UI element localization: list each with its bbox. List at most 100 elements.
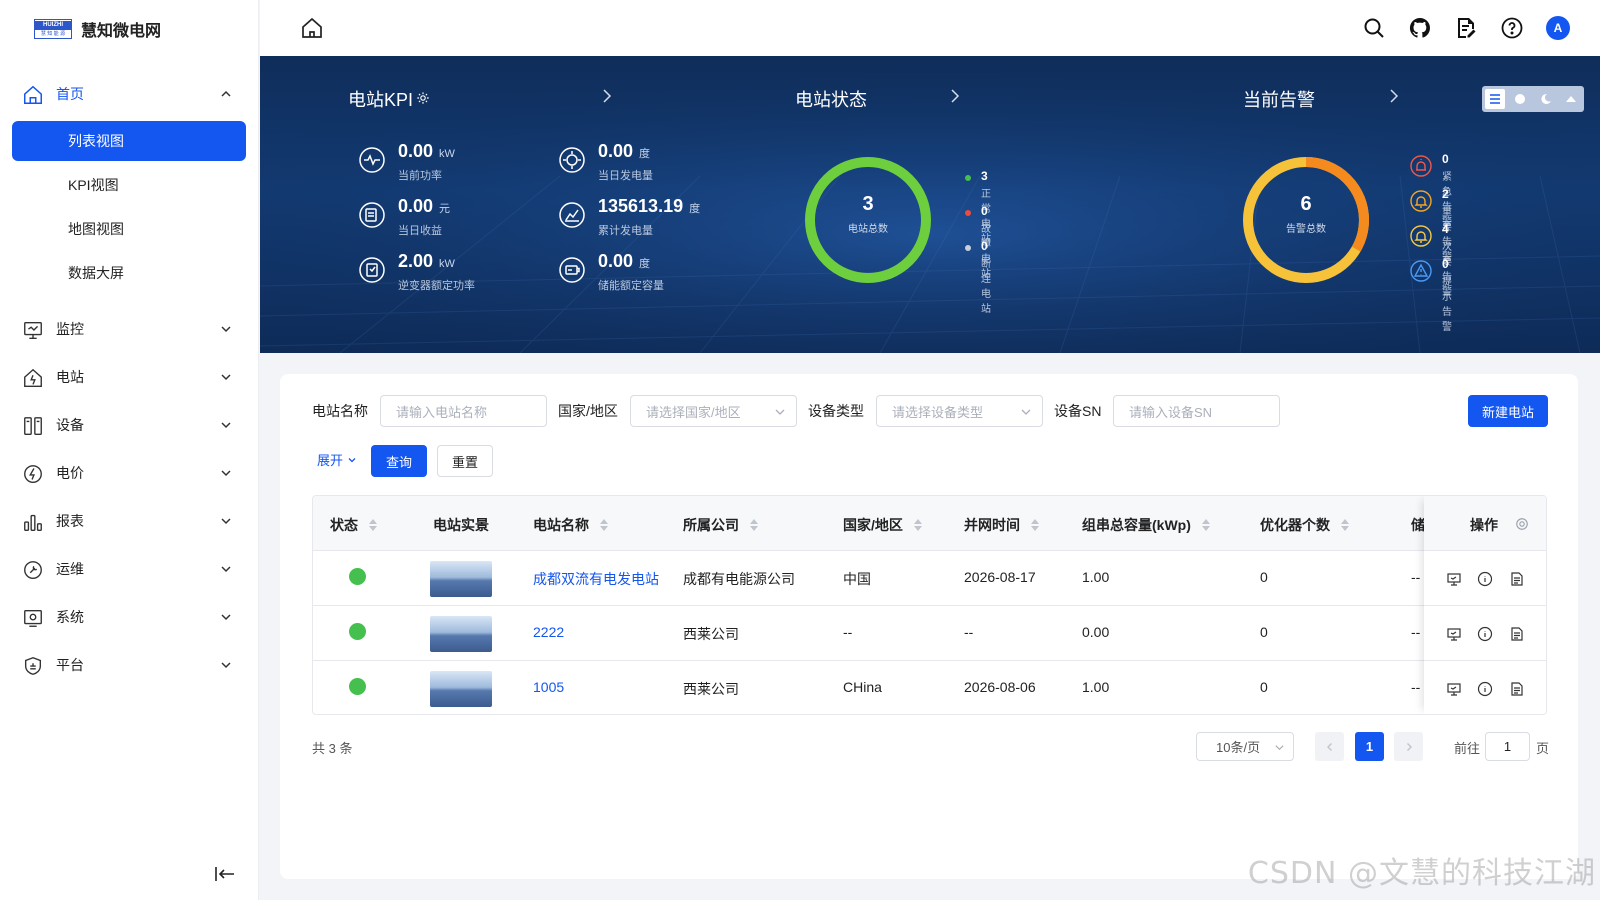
sort-icon[interactable] (1030, 518, 1040, 532)
table-row[interactable]: 成都双流有电发电站 成都有电能源公司 中国 2026-08-17 1.00 0 … (313, 551, 1546, 606)
sort-icon[interactable] (1201, 518, 1211, 532)
settings-icon[interactable] (416, 91, 430, 105)
sort-icon[interactable] (599, 518, 609, 532)
moon-icon (1541, 93, 1551, 104)
sort-icon[interactable] (1340, 518, 1350, 532)
sidebar-item-home[interactable]: 首页 (0, 74, 259, 114)
goto-page-input[interactable]: 1 (1485, 732, 1530, 761)
filter-label-device-type: 设备类型 (808, 403, 864, 419)
price-icon (24, 465, 42, 483)
expand-filters-link[interactable]: 展开 (317, 450, 357, 469)
chevron-up-icon[interactable] (220, 88, 232, 100)
next-page-button[interactable] (1394, 732, 1423, 761)
station-photo[interactable] (430, 616, 492, 652)
sort-icon[interactable] (368, 518, 378, 532)
chevron-right-icon[interactable] (948, 88, 960, 104)
col-operations: 操作 (1470, 517, 1498, 533)
new-station-button[interactable]: 新建电站 (1468, 395, 1548, 427)
col-status[interactable]: 状态 (330, 515, 378, 535)
sidebar-item-monitor[interactable]: 监控 (0, 309, 259, 349)
document-edit-icon[interactable] (1454, 16, 1478, 40)
col-country[interactable]: 国家/地区 (843, 515, 923, 535)
sidebar-item-platform[interactable]: 平台 (0, 645, 259, 685)
reset-button[interactable]: 重置 (437, 445, 493, 477)
sidebar-subitem-map-view[interactable]: 地图视图 (12, 209, 246, 249)
page-size-select[interactable]: 10条/页 (1196, 732, 1294, 761)
collapse-banner-toggle[interactable] (1562, 89, 1582, 109)
monitor-view-icon[interactable] (1446, 571, 1462, 587)
document-icon[interactable] (1509, 571, 1525, 587)
station-list-card: 电站名称 请输入电站名称 国家/地区 请选择国家/地区 设备类型 请选择设备类型… (280, 374, 1578, 879)
device-type-select[interactable]: 请选择设备类型 (876, 395, 1043, 427)
column-settings-icon[interactable] (1515, 517, 1529, 531)
page-suffix: 页 (1536, 741, 1550, 756)
sidebar-item-device[interactable]: 设备 (0, 405, 259, 445)
sidebar-item-system[interactable]: 系统 (0, 597, 259, 637)
watermark: CSDN @文慧的科技江湖 (1247, 856, 1596, 891)
chevron-right-icon[interactable] (1387, 88, 1399, 104)
list-view-toggle[interactable] (1485, 89, 1505, 109)
table-row[interactable]: 1005 西莱公司 CHina 2026-08-06 1.00 0 -- (313, 661, 1546, 714)
home-icon[interactable] (300, 16, 324, 40)
station-name-link[interactable]: 2222 (533, 624, 564, 640)
country-select[interactable]: 请选择国家/地区 (630, 395, 797, 427)
document-icon[interactable] (1509, 626, 1525, 642)
sidebar-subitem-kpi-view[interactable]: KPI视图 (12, 165, 246, 205)
user-avatar[interactable]: A (1546, 16, 1570, 40)
sidebar-item-report[interactable]: 报表 (0, 501, 259, 541)
col-storage: 储 (1411, 517, 1425, 533)
col-company[interactable]: 所属公司 (683, 515, 759, 535)
col-grid-time[interactable]: 并网时间 (964, 515, 1040, 535)
sort-icon[interactable] (749, 518, 759, 532)
logo-badge: HUIZHI 慧 知 能 源 (34, 19, 72, 39)
filter-label-device-sn: 设备SN (1054, 403, 1102, 419)
theme-view-toggle[interactable] (1536, 89, 1556, 109)
monitor-view-icon[interactable] (1446, 681, 1462, 697)
info-icon[interactable] (1477, 626, 1493, 642)
sidebar-item-price[interactable]: 电价 (0, 453, 259, 493)
station-name-link[interactable]: 1005 (533, 679, 564, 695)
company-cell: 成都有电能源公司 (683, 571, 795, 587)
station-photo[interactable] (430, 561, 492, 597)
country-cell: CHina (843, 679, 882, 695)
station-photo[interactable] (430, 671, 492, 707)
warning-icon (1410, 260, 1432, 282)
status-online-dot (349, 678, 366, 695)
chevron-right-icon[interactable] (600, 88, 612, 104)
app-logo[interactable]: HUIZHI 慧 知 能 源 慧知微电网 (34, 17, 161, 41)
station-name-link[interactable]: 成都双流有电发电站 (533, 569, 659, 589)
collapse-sidebar-icon[interactable] (214, 866, 236, 882)
col-capacity[interactable]: 组串总容量(kWp) (1082, 515, 1211, 535)
table-row[interactable]: 2222 西莱公司 -- -- 0.00 0 -- (313, 606, 1546, 661)
github-icon[interactable] (1408, 16, 1432, 40)
search-icon[interactable] (1362, 16, 1386, 40)
prev-page-button[interactable] (1315, 732, 1344, 761)
page-number-current[interactable]: 1 (1355, 732, 1384, 761)
disconnected-dot (965, 245, 971, 251)
device-sn-input[interactable]: 请输入设备SN (1113, 395, 1280, 427)
monitor-view-icon[interactable] (1446, 626, 1462, 642)
sort-icon[interactable] (913, 518, 923, 532)
chevron-down-icon (221, 614, 231, 621)
chevron-down-icon (221, 326, 231, 333)
col-optimizers[interactable]: 优化器个数 (1260, 515, 1350, 535)
sidebar-subitem-big-screen[interactable]: 数据大屏 (12, 253, 246, 293)
col-station-name[interactable]: 电站名称 (533, 515, 609, 535)
station-name-input[interactable]: 请输入电站名称 (380, 395, 547, 427)
info-icon[interactable] (1477, 571, 1493, 587)
sidebar-subitem-list-view[interactable]: 列表视图 (12, 121, 246, 161)
app-name: 慧知微电网 (81, 23, 162, 40)
sidebar-item-maintenance[interactable]: 运维 (0, 549, 259, 589)
query-button[interactable]: 查询 (371, 445, 427, 477)
operations-column: 操作 (1424, 496, 1546, 714)
battery-icon (559, 257, 585, 283)
sidebar-item-station[interactable]: 电站 (0, 357, 259, 397)
chevron-down-icon (221, 518, 231, 525)
major-alarm-icon (1410, 190, 1432, 212)
caret-up-icon (1566, 96, 1577, 102)
globe-view-toggle[interactable] (1511, 89, 1531, 109)
help-icon[interactable] (1500, 16, 1524, 40)
document-icon[interactable] (1509, 681, 1525, 697)
storage-cell: -- (1411, 569, 1421, 585)
info-icon[interactable] (1477, 681, 1493, 697)
